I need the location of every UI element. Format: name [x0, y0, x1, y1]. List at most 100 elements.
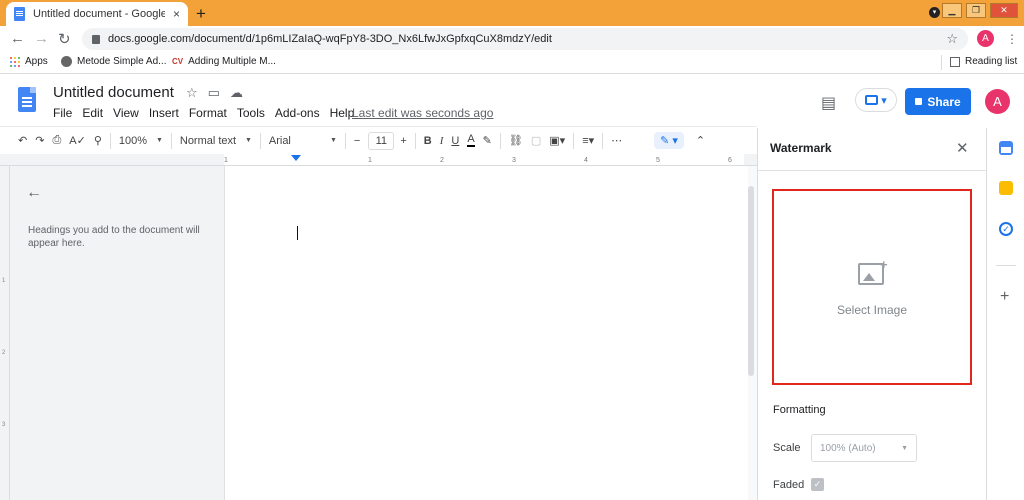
tasks-icon[interactable]: ✓ — [999, 222, 1013, 236]
reading-list-button[interactable]: Reading list — [950, 56, 1017, 67]
maximize-button[interactable]: ❐ — [966, 3, 986, 18]
print-icon[interactable]: ⎙ — [52, 134, 61, 147]
plus-icon: + — [880, 257, 888, 272]
browser-tab-strip: Untitled document - Google Docs × + ▾ ▁ … — [0, 0, 1024, 26]
italic-button[interactable]: I — [440, 135, 444, 147]
ruler-tick: 6 — [728, 157, 732, 164]
increase-font-size-button[interactable]: + — [400, 135, 406, 147]
scale-label: Scale — [773, 442, 801, 454]
zoom-value: 100% — [118, 134, 148, 147]
paragraph-style-select[interactable]: Normal text ▼ — [180, 135, 252, 147]
more-options-button[interactable]: ⋯ — [611, 134, 622, 147]
document-page[interactable] — [224, 166, 748, 500]
forward-arrow-icon[interactable]: → — [34, 30, 49, 47]
ruler-tick: 1 — [224, 157, 228, 164]
indent-marker-icon[interactable] — [291, 155, 301, 161]
tab-close-icon[interactable]: × — [173, 7, 180, 21]
last-edit-link[interactable]: Last edit was seconds ago — [352, 106, 493, 120]
redo-icon[interactable]: ↷ — [35, 134, 44, 147]
share-label: Share — [927, 94, 961, 109]
window-controls: ▁ ❐ ✕ — [942, 3, 1018, 18]
faded-checkbox[interactable]: ✓ — [811, 478, 824, 491]
share-button[interactable]: Share — [905, 88, 971, 115]
paint-format-icon[interactable]: ⚲ — [94, 134, 102, 147]
align-icon[interactable]: ≡▾ — [582, 134, 594, 147]
menu-format[interactable]: Format — [189, 106, 227, 120]
menu-tools[interactable]: Tools — [237, 106, 265, 120]
close-outline-arrow-icon[interactable]: ← — [26, 184, 42, 202]
keep-icon[interactable] — [999, 181, 1013, 195]
highlight-color-icon[interactable]: ✎ — [483, 134, 492, 147]
reload-icon[interactable]: ↻ — [58, 30, 71, 48]
underline-button[interactable]: U — [451, 135, 459, 147]
bookmark-label: Apps — [25, 56, 48, 67]
reading-list-icon — [950, 56, 960, 67]
move-folder-icon[interactable]: ▭ — [208, 85, 220, 101]
lock-icon[interactable] — [92, 34, 100, 44]
menu-insert[interactable]: Insert — [149, 106, 179, 120]
url-text[interactable]: docs.google.com/document/d/1p6mLIZaIaQ-w… — [108, 33, 552, 45]
page-scrollbar[interactable] — [748, 186, 754, 376]
menu-file[interactable]: File — [53, 106, 72, 120]
chevron-down-icon: ▾ — [881, 94, 887, 107]
chrome-profile-avatar[interactable]: A — [977, 30, 994, 47]
back-arrow-icon[interactable]: ← — [10, 30, 25, 47]
vertical-ruler[interactable]: 1 2 3 — [0, 166, 10, 500]
bookmark-metode[interactable]: Metode Simple Ad... — [61, 56, 167, 67]
bookmark-adding-multiple[interactable]: CV Adding Multiple M... — [172, 56, 276, 67]
document-title[interactable]: Untitled document — [53, 84, 174, 101]
address-bar[interactable]: docs.google.com/document/d/1p6mLIZaIaQ-w… — [82, 28, 968, 50]
insert-image-icon[interactable]: ▣▾ — [549, 134, 565, 147]
font-size-input[interactable]: 11 — [368, 131, 395, 150]
bookmark-divider — [941, 55, 942, 70]
calendar-icon[interactable] — [999, 141, 1013, 155]
menu-help[interactable]: Help — [330, 106, 355, 120]
collapse-menus-icon[interactable]: ⌃ — [696, 134, 705, 147]
insert-link-icon[interactable]: ⛓ — [509, 134, 523, 147]
style-value: Normal text — [179, 134, 237, 147]
account-avatar[interactable]: A — [985, 89, 1010, 114]
editing-mode-button[interactable]: ✎ ▾ — [654, 132, 684, 149]
globe-icon — [61, 56, 72, 67]
bookmarks-bar: Apps Metode Simple Ad... CV Adding Multi… — [0, 52, 1024, 74]
docs-logo-icon[interactable] — [18, 87, 36, 112]
undo-icon[interactable]: ↶ — [18, 134, 27, 147]
bookmark-label: Adding Multiple M... — [188, 56, 276, 67]
decrease-font-size-button[interactable]: − — [354, 135, 360, 147]
menu-view[interactable]: View — [113, 106, 139, 120]
toolbar-separator — [259, 132, 261, 149]
star-icon[interactable]: ☆ — [186, 85, 198, 101]
menu-edit[interactable]: Edit — [82, 106, 103, 120]
comment-history-icon[interactable]: ▤ — [821, 93, 836, 113]
close-window-button[interactable]: ✕ — [990, 3, 1018, 18]
font-select[interactable]: Arial ▼ — [269, 135, 337, 147]
bold-button[interactable]: B — [424, 135, 432, 147]
vruler-tick: 3 — [2, 422, 6, 428]
bookmark-apps[interactable]: Apps — [10, 56, 48, 67]
present-button[interactable]: ▾ — [855, 88, 897, 112]
zoom-select[interactable]: 100% ▼ — [119, 135, 163, 147]
text-color-button[interactable]: A — [467, 134, 475, 147]
chrome-menu-icon[interactable]: ⋮ — [1006, 32, 1018, 46]
browser-tab[interactable]: Untitled document - Google Docs × — [6, 2, 188, 26]
ruler-tick: 1 — [368, 157, 372, 164]
bookmark-star-icon[interactable]: ☆ — [946, 31, 958, 47]
horizontal-ruler[interactable]: 1 1 2 3 4 5 6 — [224, 154, 744, 166]
select-image-button[interactable]: + Select Image — [772, 189, 972, 385]
toolbar-separator — [170, 132, 172, 149]
formatting-toolbar: ↶ ↷ ⎙ A✓ ⚲ 100% ▼ Normal text ▼ Arial ▼ − 1… — [8, 128, 757, 153]
menu-addons[interactable]: Add-ons — [275, 106, 320, 120]
cloud-status-icon[interactable]: ☁ — [230, 85, 243, 101]
minimize-button[interactable]: ▁ — [942, 3, 962, 18]
new-tab-button[interactable]: + — [196, 4, 206, 24]
close-icon[interactable]: ✕ — [956, 139, 969, 157]
document-outline-panel: ← Headings you add to the document will … — [10, 166, 224, 500]
add-comment-icon[interactable]: ▢ — [531, 134, 541, 147]
chrome-profile-indicator-icon[interactable]: ▾ — [929, 7, 940, 18]
outline-placeholder: Headings you add to the document will ap… — [28, 225, 200, 249]
scale-select[interactable]: 100% (Auto) ▼ — [811, 434, 917, 462]
add-addon-plus-icon[interactable]: + — [1000, 288, 1009, 306]
spellcheck-icon[interactable]: A✓ — [69, 134, 86, 147]
chevron-down-icon: ▾ — [672, 135, 678, 147]
font-value: Arial — [268, 134, 291, 147]
